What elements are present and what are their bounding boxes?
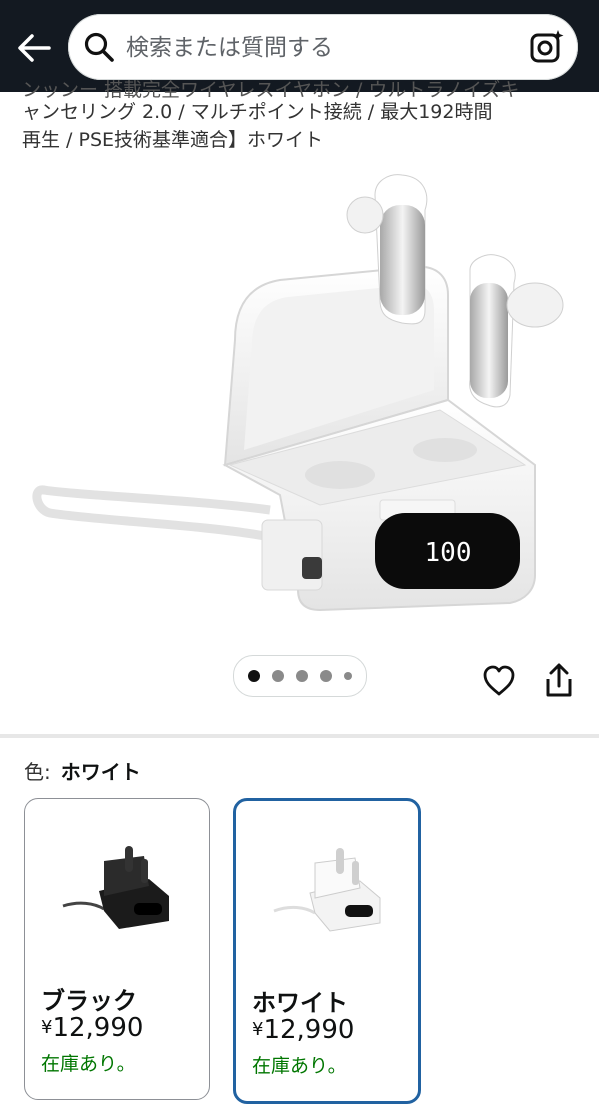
white-earbuds-thumbnail xyxy=(273,848,381,932)
color-option-price: ¥12,990 xyxy=(41,1013,143,1043)
product-image[interactable]: 100 xyxy=(30,165,570,635)
carousel-dot[interactable] xyxy=(320,670,332,682)
carousel-dot[interactable] xyxy=(248,670,260,682)
color-label-prefix: 色: xyxy=(24,760,51,784)
section-divider xyxy=(0,734,599,738)
camera-search-icon[interactable] xyxy=(528,28,566,66)
heart-icon[interactable] xyxy=(482,664,516,698)
color-option-name: ホワイト xyxy=(252,989,348,1017)
product-title-line-2: ャンセリング 2.0 / マルチポイント接続 / 最大192時間 xyxy=(22,101,493,123)
color-option-black[interactable]: ブラック ¥12,990 在庫あり。 xyxy=(24,798,210,1100)
price-value: 12,990 xyxy=(263,1015,355,1045)
search-bar[interactable] xyxy=(68,14,578,80)
currency-symbol: ¥ xyxy=(252,1019,264,1040)
stock-status: 在庫あり。 xyxy=(41,1053,136,1075)
color-label: 色: ホワイト xyxy=(24,756,141,785)
color-option-name: ブラック xyxy=(41,987,137,1015)
stock-status: 在庫あり。 xyxy=(252,1055,347,1077)
selected-color-name: ホワイト xyxy=(60,760,141,784)
product-title-line-3: 再生 / PSE技術基準適合】ホワイト xyxy=(22,129,324,151)
color-option-white[interactable]: ホワイト ¥12,990 在庫あり。 xyxy=(233,798,421,1104)
back-arrow-icon[interactable] xyxy=(14,26,54,70)
share-icon[interactable] xyxy=(542,662,576,700)
price-value: 12,990 xyxy=(52,1013,144,1043)
product-title-clipped-line: ンッンー 搭載完全ワイヤレスイヤホン / ウルトラノイズキ xyxy=(22,79,520,98)
search-input[interactable] xyxy=(124,32,508,64)
image-carousel-indicator xyxy=(233,655,367,697)
currency-symbol: ¥ xyxy=(41,1017,53,1038)
battery-display-text: 100 xyxy=(425,538,472,568)
search-icon xyxy=(84,32,114,62)
color-option-price: ¥12,990 xyxy=(252,1015,354,1045)
carousel-dot[interactable] xyxy=(296,670,308,682)
black-earbuds-thumbnail xyxy=(62,846,169,929)
product-title[interactable]: ンッンー 搭載完全ワイヤレスイヤホン / ウルトラノイズキ ャンセリング 2.0… xyxy=(22,76,582,154)
carousel-dot[interactable] xyxy=(272,670,284,682)
carousel-dot[interactable] xyxy=(344,672,352,680)
